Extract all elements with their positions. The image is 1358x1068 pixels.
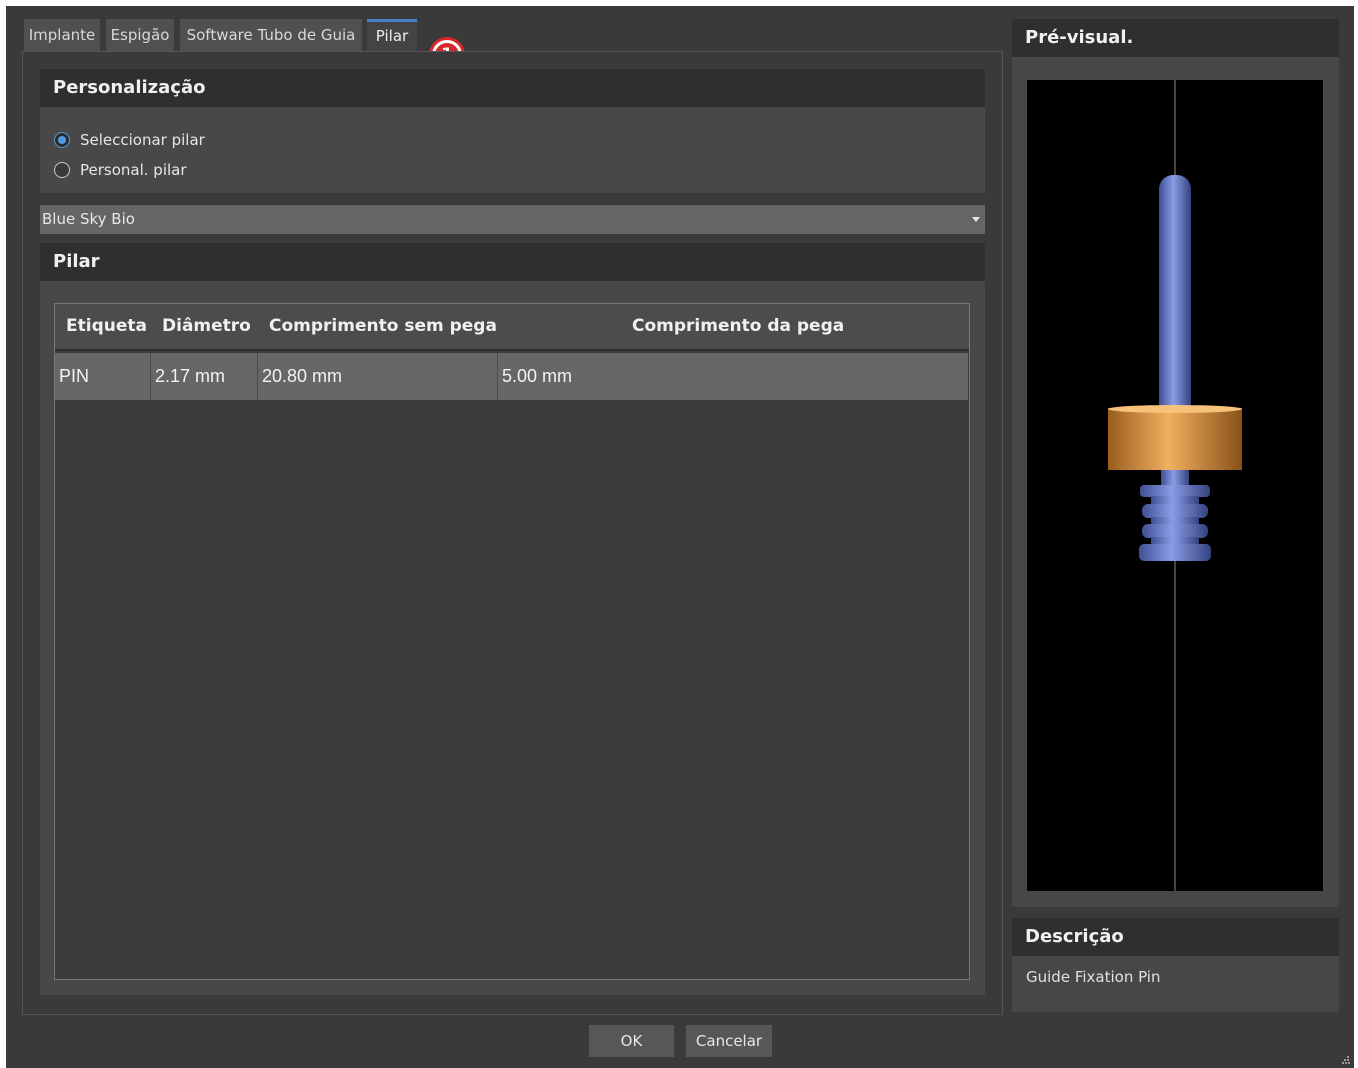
ok-button[interactable]: OK [589,1025,674,1057]
column-header-comprimento-da-pega[interactable]: Comprimento da pega [632,304,844,349]
abutment-table: Etiqueta Diâmetro Comprimento sem pega C… [54,303,970,980]
abutment-3d-render [1108,80,1242,891]
tab-implante[interactable]: Implante [24,19,100,51]
pilar-title: Pilar [40,243,985,281]
cell-comprimento-da-pega: 5.00 mm [502,366,573,386]
column-header-diametro[interactable]: Diâmetro [162,304,251,349]
pin-sleeve [1108,408,1242,470]
cancel-button[interactable]: Cancelar [686,1025,772,1057]
preview-viewport[interactable] [1027,80,1323,891]
description-text: Guide Fixation Pin [1026,968,1161,986]
manufacturer-select[interactable]: Blue Sky Bio [40,205,985,234]
preview-panel: Pré-visual. [1012,19,1339,907]
column-header-etiqueta[interactable]: Etiqueta [66,304,147,349]
table-row[interactable]: PIN 2.17 mm 20.80 mm 5.00 mm [55,353,968,400]
preview-title: Pré-visual. [1012,19,1339,57]
column-header-comprimento-sem-pega[interactable]: Comprimento sem pega [269,304,497,349]
select-abutment-label: Seleccionar pilar [80,131,205,149]
tab-software-tubo-de-guia[interactable]: Software Tubo de Guia [180,19,362,51]
custom-abutment-option[interactable]: Personal. pilar [54,159,187,181]
select-abutment-option[interactable]: Seleccionar pilar [54,129,205,151]
cell-etiqueta: PIN [55,353,151,400]
custom-abutment-label: Personal. pilar [80,161,187,179]
manufacturer-select-value: Blue Sky Bio [42,210,135,228]
personalization-title: Personalização [40,69,985,107]
abutment-dialog: Implante Espigão Software Tubo de Guia P… [6,6,1354,1068]
personalization-group: Personalização Seleccionar pilar Persona… [40,69,985,193]
resize-grip-icon[interactable] [1342,1056,1350,1064]
radio-checked-icon[interactable] [54,132,70,148]
cell-comprimento-sem-pega: 20.80 mm [258,353,498,400]
description-title: Descrição [1012,918,1339,956]
table-header: Etiqueta Diâmetro Comprimento sem pega C… [55,304,969,351]
radio-unchecked-icon[interactable] [54,162,70,178]
dropdown-arrow-icon[interactable] [972,217,980,222]
cell-diametro: 2.17 mm [151,353,258,400]
description-panel: Descrição Guide Fixation Pin [1012,918,1339,1012]
tab-espigao[interactable]: Espigão [106,19,174,51]
tab-pilar[interactable]: Pilar [367,19,417,51]
